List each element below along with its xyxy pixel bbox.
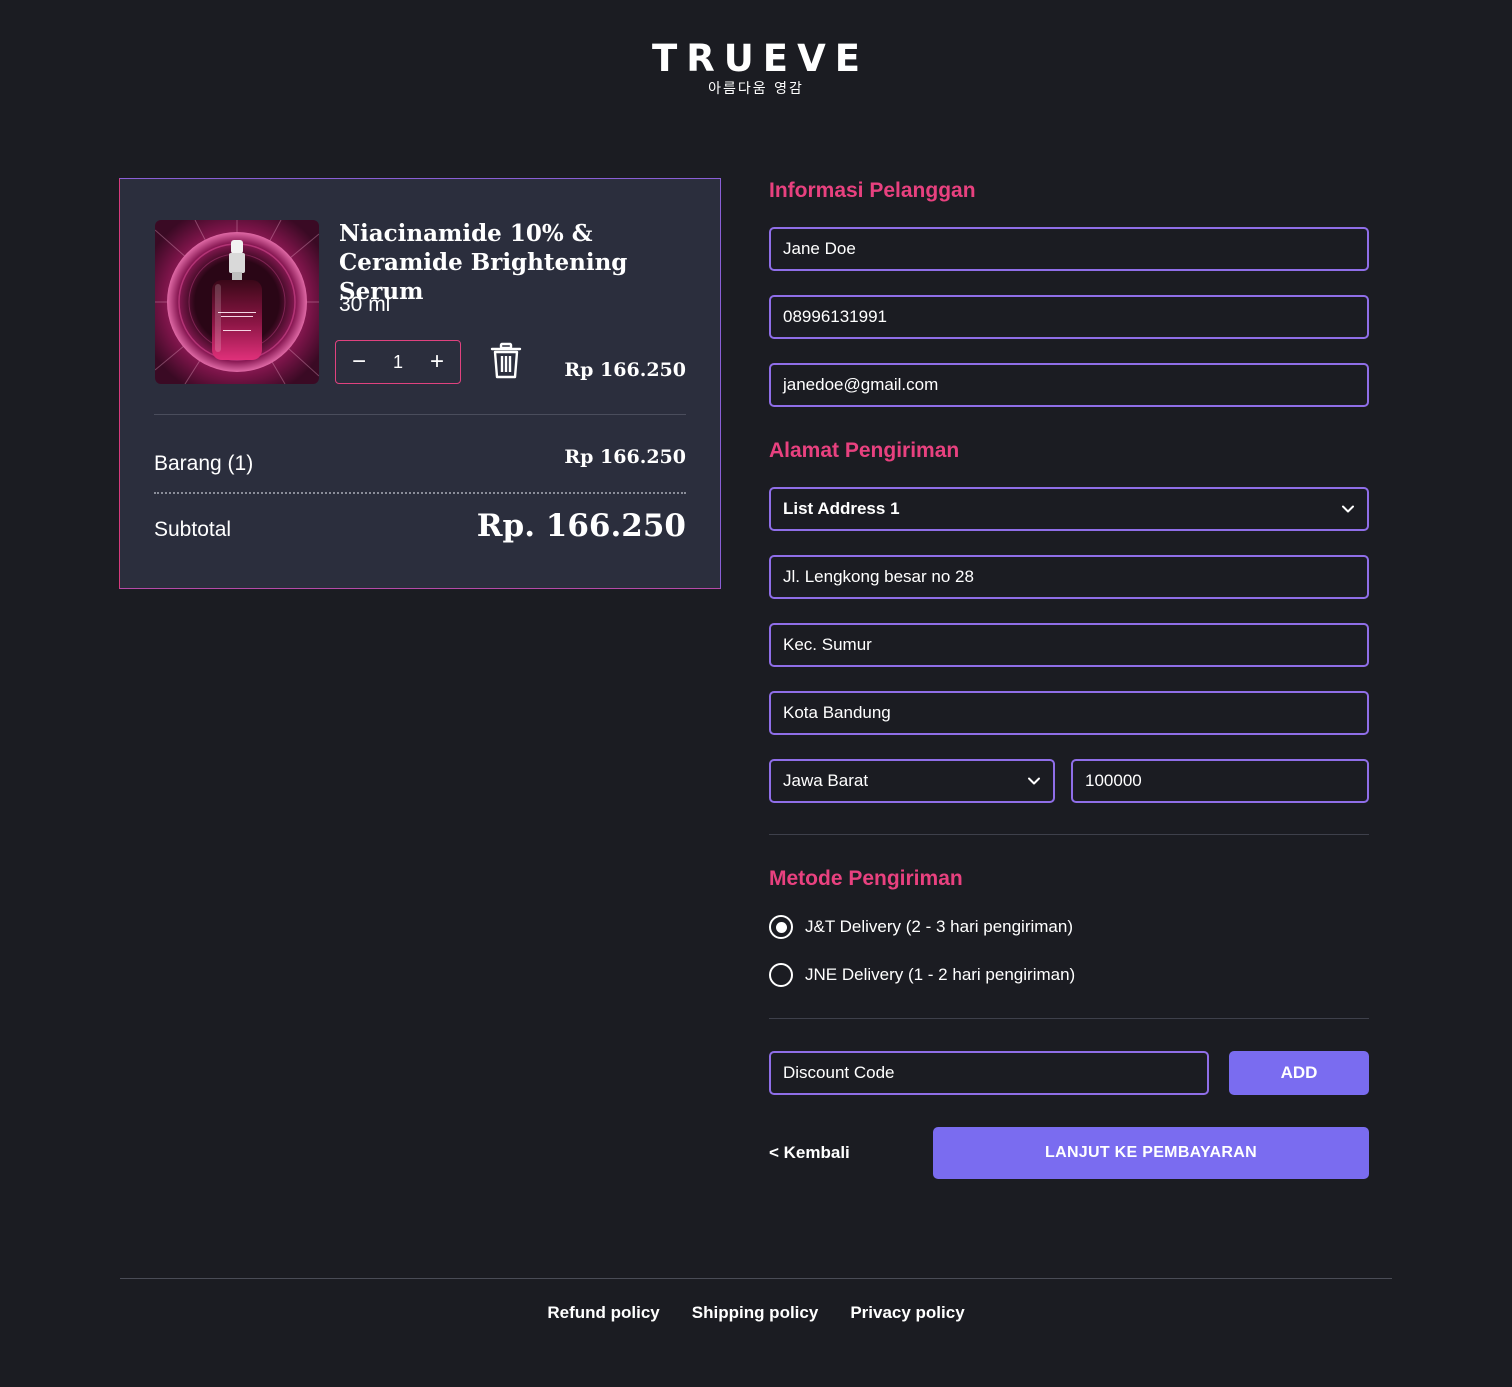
shipping-policy-link[interactable]: Shipping policy <box>692 1303 819 1323</box>
decrease-quantity-button[interactable]: − <box>350 350 368 374</box>
divider <box>769 1018 1369 1019</box>
divider <box>769 834 1369 835</box>
brand-name: TRUEVE <box>652 37 869 80</box>
district-value: Kec. Sumur <box>783 635 872 654</box>
quantity-value: 1 <box>392 351 403 372</box>
address-select[interactable]: List Address 1 <box>769 487 1369 531</box>
address-select-value: List Address 1 <box>783 499 900 518</box>
privacy-policy-link[interactable]: Privacy policy <box>850 1303 964 1323</box>
discount-code-field[interactable]: Discount Code <box>769 1051 1209 1095</box>
product-price: Rp 166.250 <box>564 359 686 381</box>
radio-selected-icon[interactable] <box>769 915 793 939</box>
street-value: Jl. Lengkong besar no 28 <box>783 567 974 586</box>
chevron-down-icon <box>1342 505 1354 513</box>
cart-summary-card: Niacinamide 10% & Ceramide Brightening S… <box>119 178 721 589</box>
brand-logo[interactable]: TRUEVE 아름다움 영감 <box>0 38 1512 98</box>
name-field[interactable]: Jane Doe <box>769 227 1369 271</box>
phone-field[interactable]: 08996131991 <box>769 295 1369 339</box>
trash-icon[interactable] <box>490 342 522 380</box>
customer-info-title: Informasi Pelanggan <box>769 179 976 202</box>
add-discount-button[interactable]: ADD <box>1229 1051 1369 1095</box>
product-name[interactable]: Niacinamide 10% & Ceramide Brightening S… <box>339 219 699 306</box>
city-field[interactable]: Kota Bandung <box>769 691 1369 735</box>
street-field[interactable]: Jl. Lengkong besar no 28 <box>769 555 1369 599</box>
subtotal-label: Subtotal <box>154 518 232 541</box>
divider <box>154 414 686 415</box>
increase-quantity-button[interactable]: + <box>428 350 446 374</box>
shipping-method-title: Metode Pengiriman <box>769 867 963 890</box>
postal-code-field[interactable]: 100000 <box>1071 759 1369 803</box>
district-field[interactable]: Kec. Sumur <box>769 623 1369 667</box>
items-price: Rp 166.250 <box>564 446 686 468</box>
name-value: Jane Doe <box>783 239 856 258</box>
subtotal-price: Rp. 166.250 <box>476 508 686 544</box>
quantity-stepper: − 1 + <box>335 340 461 384</box>
items-count-label: Barang (1) <box>154 452 254 475</box>
checkout-page: TRUEVE 아름다움 영감 Niacinamide 10% & Ceramid… <box>0 0 1512 1387</box>
shipping-option-jne[interactable]: JNE Delivery (1 - 2 hari pengiriman) <box>769 963 1075 987</box>
phone-value: 08996131991 <box>783 307 888 326</box>
footer-divider <box>120 1278 1392 1279</box>
brand-tagline: 아름다움 영감 <box>708 81 804 97</box>
back-link[interactable]: < Kembali <box>769 1143 850 1163</box>
email-value: janedoe@gmail.com <box>783 375 939 394</box>
email-field[interactable]: janedoe@gmail.com <box>769 363 1369 407</box>
footer-links: Refund policy Shipping policy Privacy po… <box>0 1303 1512 1323</box>
shipping-option-label: JNE Delivery (1 - 2 hari pengiriman) <box>805 965 1076 984</box>
shipping-option-jnt[interactable]: J&T Delivery (2 - 3 hari pengiriman) <box>769 915 1073 939</box>
postal-code-value: 100000 <box>1085 771 1142 790</box>
product-image <box>155 220 319 384</box>
continue-to-payment-button[interactable]: LANJUT KE PEMBAYARAN <box>933 1127 1369 1179</box>
province-select[interactable]: Jawa Barat <box>769 759 1055 803</box>
shipping-option-label: J&T Delivery (2 - 3 hari pengiriman) <box>805 917 1073 936</box>
product-size: 30 ml <box>339 293 391 316</box>
province-value: Jawa Barat <box>783 771 869 790</box>
dotted-divider <box>154 492 686 494</box>
radio-unselected-icon[interactable] <box>769 963 793 987</box>
refund-policy-link[interactable]: Refund policy <box>547 1303 659 1323</box>
city-value: Kota Bandung <box>783 703 891 722</box>
shipping-address-title: Alamat Pengiriman <box>769 439 960 462</box>
discount-code-placeholder: Discount Code <box>783 1063 895 1082</box>
chevron-down-icon <box>1028 777 1040 785</box>
